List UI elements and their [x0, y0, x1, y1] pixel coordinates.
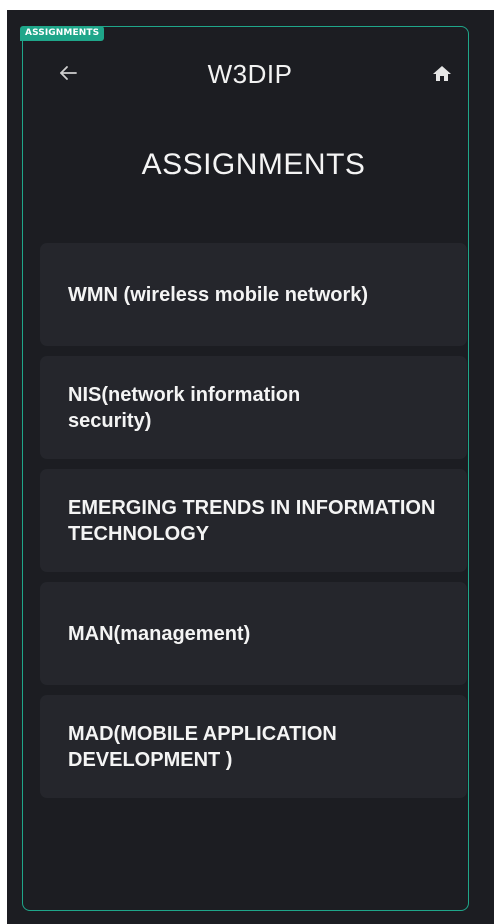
page-heading: ASSIGNMENTS	[141, 148, 366, 181]
subject-card-label: NIS(network information security)	[68, 383, 301, 432]
app-title: W3DIP	[207, 59, 293, 89]
subject-card-emerging-trends[interactable]: EMERGING TRENDS IN INFORMATION TECHNOLOG…	[40, 469, 467, 572]
window-tag: ASSIGNMENTS	[20, 26, 105, 41]
home-icon[interactable]	[429, 62, 455, 84]
subject-card-mad[interactable]: MAD(MOBILE APPLICATION DEVELOPMENT )	[40, 695, 467, 798]
subject-card-wmn[interactable]: WMN (wireless mobile network)	[40, 243, 467, 346]
subject-card-label: MAD(MOBILE APPLICATION DEVELOPMENT )	[68, 722, 337, 771]
subject-card-label: WMN (wireless mobile network)	[68, 283, 369, 306]
subject-card-label: EMERGING TRENDS IN INFORMATION TECHNOLOG…	[68, 496, 447, 545]
subject-card-nis[interactable]: NIS(network information security)	[40, 356, 467, 459]
subject-card-man[interactable]: MAN(management)	[40, 582, 467, 685]
arrow-left-icon[interactable]	[58, 62, 80, 84]
subject-card-label: MAN(management)	[68, 622, 251, 645]
